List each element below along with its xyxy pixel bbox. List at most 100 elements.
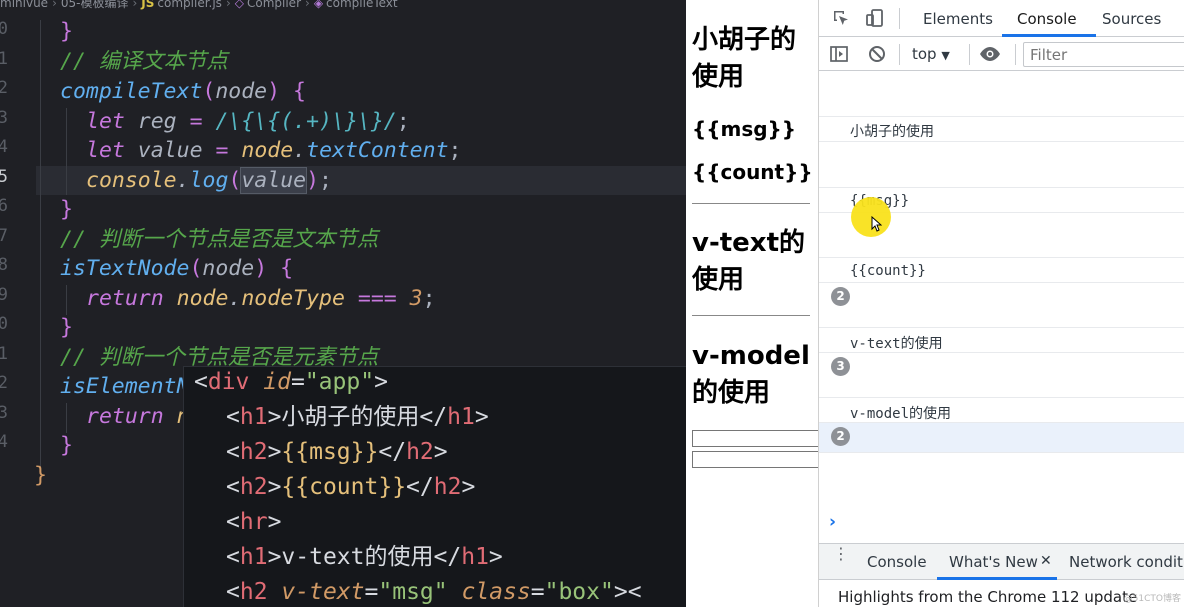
heading-count: {{count}} [692,160,813,184]
line-number: 1 [0,344,8,364]
breadcrumb-item[interactable]: 05-模板编译 [61,0,129,11]
code-editor[interactable]: minivue › 05-模板编译 › JS compiler.js › ◇ Compiler ›… [0,0,686,607]
tab-console[interactable]: Console [1017,10,1077,28]
drawer-tabbar: ⋮ Console What's New ✕ Network conditi [819,543,1184,580]
device-toolbar-icon[interactable] [865,8,885,32]
line-number: 9 [0,285,8,305]
divider [969,44,970,65]
console-message[interactable]: 小胡子的使用 [819,116,1184,142]
method-icon: ◈ [313,0,324,10]
popup-line: <h2 v-text="msg" class="box">< [226,579,642,605]
code-line: return n [86,404,190,429]
clear-console-icon[interactable] [867,44,887,68]
browser-page-preview: 小胡子的 使用 {{msg}} {{count}} v-text的 使用 v-m… [686,0,818,607]
code-line: // 编译文本节点 [60,49,228,74]
console-message-selected[interactable] [819,423,1184,453]
code-line: let reg = /\{\{(.+)\}\}/; [86,109,410,134]
chevron-right-icon: › [305,0,310,10]
indent-guide [66,403,67,433]
dropdown-arrow-icon: ▼ [941,49,950,62]
popup-line: <div id="app"> [194,369,388,395]
devtools-tabbar: Elements Console Sources [819,0,1184,37]
whats-new-heading: Highlights from the Chrome 112 update [838,588,1138,606]
line-number: 2 [0,78,8,98]
heading-vmodel-b: 的使用 [692,378,771,408]
class-icon: ◇ [234,0,244,10]
line-number: 8 [0,255,8,275]
popup-line: <h1>v-text的使用</h1> [226,544,503,570]
close-icon[interactable]: ✕ [1040,553,1052,569]
html-peek-popup: <div id="app"> <h1>小胡子的使用</h1> <h2>{{msg… [183,366,686,607]
text-input[interactable] [692,451,818,468]
indent-guide [66,108,67,195]
devtools-panel: Elements Console Sources top ▼ 小胡子的使用 {{… [818,0,1184,607]
console-filter-input[interactable] [1023,42,1184,67]
drawer-tab-network-conditions[interactable]: Network conditi [1069,553,1184,571]
context-selector[interactable]: top ▼ [912,45,950,63]
drawer-tab-console[interactable]: Console [867,553,927,571]
heading-mustache-b: 使用 [692,62,745,92]
line-number: 4 [0,137,8,157]
divider [692,203,810,204]
tab-sources[interactable]: Sources [1102,10,1161,28]
code-line: } [60,197,73,222]
chevron-right-icon: › [225,0,231,10]
inspect-element-icon[interactable] [831,8,851,32]
repeat-count-badge: 2 [831,287,850,306]
line-number: 7 [0,226,8,246]
breadcrumb-item[interactable]: Compiler [247,0,301,10]
console-prompt-icon[interactable]: › [829,512,836,532]
console-message[interactable]: {{count}} [819,257,1184,283]
text-input[interactable] [692,430,818,447]
code-line: } [60,433,73,458]
code-line: console.log(value); [86,167,332,194]
console-message[interactable]: v-text的使用 [819,327,1184,353]
heading-vmodel-a: v-model [692,341,810,371]
line-number: 0 [0,314,8,334]
code-line: // 判断一个节点是否是文本节点 [60,227,379,252]
code-line: return node.nodeType === 3; [86,286,436,311]
indent-guide [66,285,67,315]
breadcrumb-item[interactable]: compileText [326,0,398,10]
popup-line: <h2>{{msg}}</h2> [226,439,448,465]
indent-guide [40,20,41,475]
line-number: 3 [0,403,8,423]
chevron-right-icon: › [52,0,57,10]
mouse-cursor-icon [871,215,883,236]
breadcrumb: minivue › 05-模板编译 › JS compiler.js › ◇ Compiler ›… [0,0,398,12]
breadcrumb-item[interactable]: minivue [0,0,48,10]
breadcrumb-item[interactable]: compiler.js [157,0,222,10]
repeat-count-badge: 2 [831,427,850,446]
live-expression-eye-icon[interactable] [979,44,1001,68]
code-line: compileText(node) { [60,79,306,104]
code-line: let value = node.textContent; [86,138,462,163]
sidebar-toggle-icon[interactable] [829,44,849,68]
code-line: } [60,19,73,44]
popup-line: <h2>{{count}}</h2> [226,474,476,500]
console-message[interactable]: v-model的使用 [819,397,1184,423]
drawer-tab-whats-new[interactable]: What's New [949,553,1038,571]
heading-msg: {{msg}} [692,117,797,141]
tab-elements[interactable]: Elements [923,10,993,28]
js-file-icon: JS [141,0,155,10]
divider [1015,44,1016,65]
code-line: isElementN [60,374,190,399]
divider [899,8,900,29]
whats-new-panel: Highlights from the Chrome 112 update @5… [819,580,1184,607]
line-number: 3 [0,108,8,128]
divider [692,315,810,316]
popup-line: <hr> [226,509,282,535]
more-options-icon[interactable]: ⋮ [833,546,849,562]
code-line: } [34,463,47,488]
line-number: 2 [0,373,8,393]
divider [899,44,900,65]
line-number: 6 [0,196,8,216]
heading-vtext-b: 使用 [692,265,745,295]
chevron-right-icon: › [132,0,138,10]
line-number-active: 5 [0,167,8,187]
line-number: 1 [0,49,8,69]
code-line: } [60,315,73,340]
watermark: @51CTO博客 [1123,594,1181,604]
heading-vtext-a: v-text的 [692,228,806,258]
console-toolbar: top ▼ [819,37,1184,71]
